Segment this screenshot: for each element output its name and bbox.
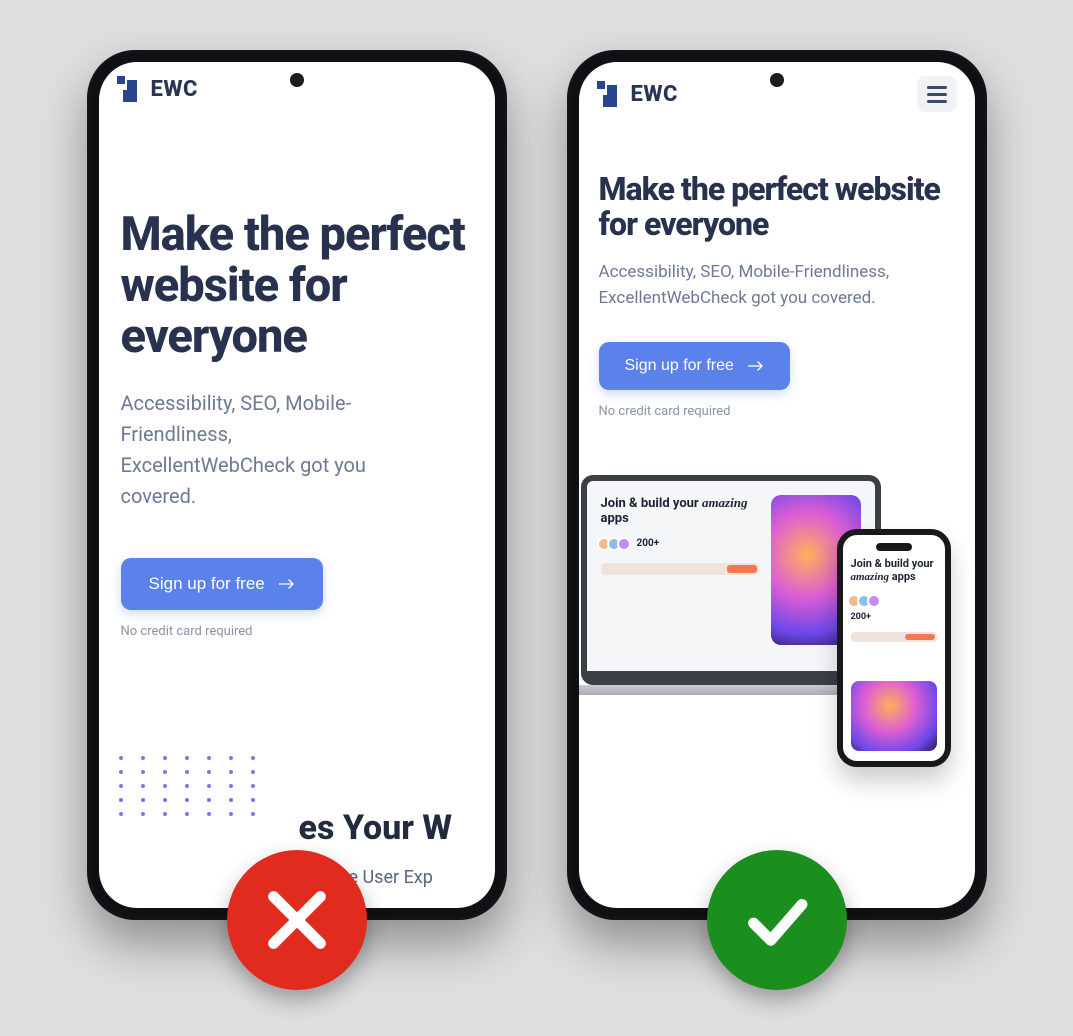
mock-phone-image [851, 681, 937, 751]
overflow-subheading-fragment: e User Exp [349, 867, 433, 888]
good-verdict-badge [707, 850, 847, 990]
device-mockups: Join & build your amazing apps 200+ [599, 457, 955, 797]
cta-note: No credit card required [121, 624, 473, 639]
signup-button-label: Sign up for free [149, 574, 265, 594]
bad-verdict-badge [227, 850, 367, 990]
brand-logo-icon [117, 76, 143, 102]
phone-frame: EWC Make the perfect website for everyon… [567, 50, 987, 920]
signup-button-label: Sign up for free [625, 357, 734, 375]
phone-screen: EWC Make the perfect website for everyon… [579, 62, 975, 908]
mock-count: 200+ [637, 538, 660, 549]
mock-input [851, 632, 937, 642]
brand-name: EWC [631, 82, 678, 107]
brand-logo-icon [597, 81, 623, 107]
mock-phone-title: Join & build your amazing apps [851, 557, 937, 584]
hamburger-menu-button[interactable] [917, 76, 957, 112]
header: EWC [99, 62, 495, 110]
hamburger-icon [927, 86, 947, 89]
mock-avatars-row [851, 594, 937, 608]
signup-button[interactable]: Sign up for free [121, 558, 323, 610]
hero-title: Make the perfect website for everyone [121, 210, 473, 362]
hero-section: Make the perfect website for everyone Ac… [579, 172, 975, 797]
hero-section: Make the perfect website for everyone Ac… [99, 110, 495, 639]
comparison-good: EWC Make the perfect website for everyon… [567, 50, 987, 920]
brand-name: EWC [151, 77, 198, 102]
overflow-heading-fragment: es Your W [299, 808, 453, 848]
comparison-bad: EWC Make the perfect website for everyon… [87, 50, 507, 920]
signup-button[interactable]: Sign up for free [599, 342, 790, 390]
decorative-dot-grid [119, 756, 263, 816]
mini-phone-mockup: Join & build your amazing apps 200+ [837, 529, 951, 767]
brand[interactable]: EWC [117, 76, 198, 102]
mock-input [601, 563, 759, 575]
brand[interactable]: EWC [597, 81, 678, 107]
arrow-right-icon [279, 579, 295, 589]
hero-subtitle: Accessibility, SEO, Mobile-Friendliness,… [121, 388, 381, 512]
cta-note: No credit card required [599, 404, 955, 419]
arrow-right-icon [748, 361, 764, 371]
checkmark-icon [738, 881, 816, 959]
header: EWC [579, 62, 975, 120]
laptop-mockup: Join & build your amazing apps 200+ [581, 475, 881, 685]
mock-avatars-row: 200+ [601, 537, 759, 551]
cross-icon [258, 881, 336, 959]
hero-subtitle: Accessibility, SEO, Mobile-Friendliness,… [599, 259, 955, 312]
phone-frame: EWC Make the perfect website for everyon… [87, 50, 507, 920]
hero-title: Make the perfect website for everyone [599, 172, 955, 241]
phone-screen: EWC Make the perfect website for everyon… [99, 62, 495, 908]
mock-count: 200+ [851, 612, 937, 622]
mock-laptop-title: Join & build your amazing apps [601, 495, 759, 527]
